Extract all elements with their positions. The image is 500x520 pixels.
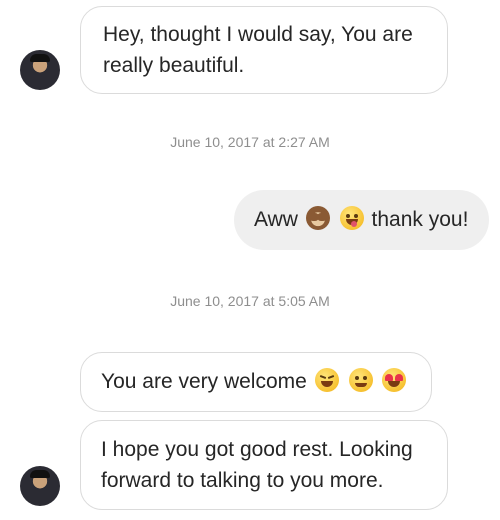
message-text: I hope you got good rest. Looking forwar…: [101, 438, 413, 492]
contact-avatar[interactable]: [20, 50, 60, 90]
see-no-evil-monkey-icon: [305, 206, 330, 230]
message-text: You are very welcome: [101, 370, 307, 393]
incoming-message[interactable]: Hey, thought I would say, You are really…: [80, 6, 448, 94]
grinning-squinting-face-icon: [314, 368, 339, 392]
message-text: thank you!: [371, 208, 469, 231]
outgoing-message[interactable]: Aww thank you!: [234, 190, 489, 250]
contact-avatar[interactable]: [20, 466, 60, 506]
incoming-message[interactable]: You are very welcome: [80, 352, 432, 412]
face-savoring-food-icon: [339, 206, 364, 230]
message-text: Hey, thought I would say, You are really…: [103, 23, 413, 77]
timestamp: June 10, 2017 at 5:05 AM: [170, 293, 330, 309]
message-text: Aww: [254, 208, 298, 231]
smiling-face-icon: [348, 368, 373, 392]
incoming-message[interactable]: I hope you got good rest. Looking forwar…: [80, 420, 448, 510]
heart-eyes-face-icon: [382, 368, 407, 392]
timestamp: June 10, 2017 at 2:27 AM: [170, 134, 330, 150]
